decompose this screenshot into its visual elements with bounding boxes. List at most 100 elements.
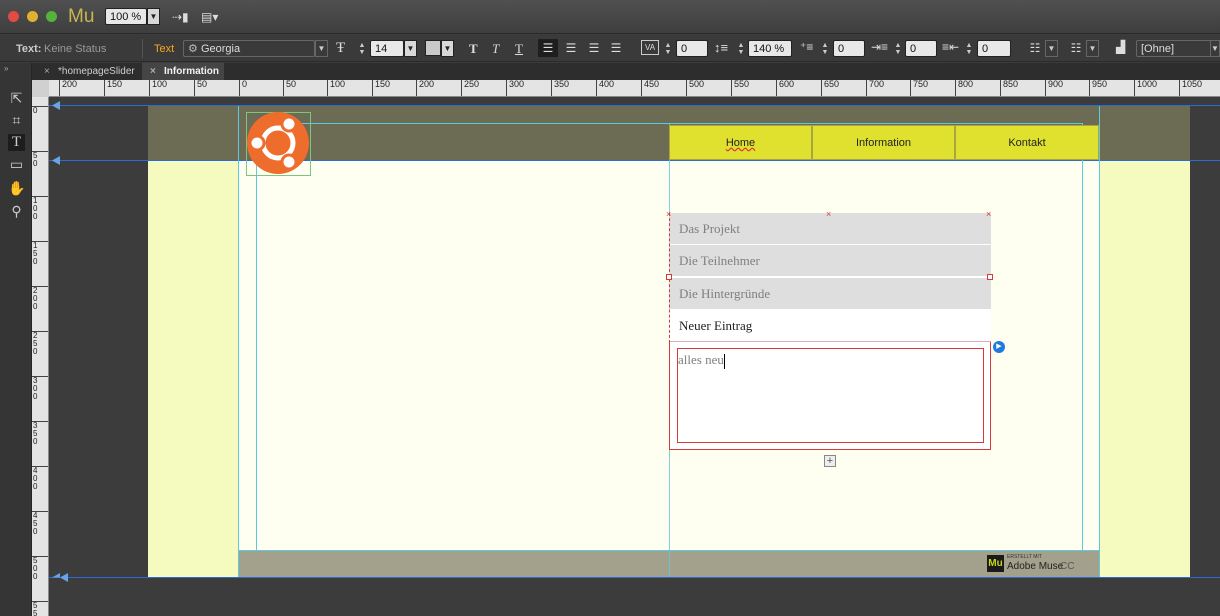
numbered-list-icon[interactable]: ☷: [1067, 39, 1085, 57]
ruler-tick-label: 200: [416, 80, 434, 96]
horizontal-ruler[interactable]: 200 150 100 50 0 50 100 150 200 250 300 350 400 450 50…: [49, 80, 1220, 97]
tracking-stepper[interactable]: ▲ ▼: [663, 42, 673, 57]
space-before-stepper[interactable]: ▲ ▼: [820, 42, 830, 57]
ruler-tick-label: 400: [32, 466, 48, 491]
widget-options-icon[interactable]: ▶: [993, 341, 1005, 353]
justify-icon[interactable]: ☰: [607, 39, 625, 57]
accordion-tab[interactable]: Die Hintergründe: [669, 278, 991, 310]
badge-suffix: CC: [1060, 561, 1075, 572]
zoom-field[interactable]: 100 %: [105, 8, 147, 25]
leading-field[interactable]: 140 %: [748, 40, 792, 57]
align-center-icon[interactable]: ☰: [562, 39, 580, 57]
tracking-icon: VA: [641, 40, 659, 55]
nav-label: Kontakt: [1008, 137, 1046, 149]
nav-information[interactable]: Information: [812, 125, 955, 160]
text-color-dropdown[interactable]: ▼: [441, 40, 454, 57]
browser-fill-left: [148, 161, 238, 577]
content-text: alles neu: [678, 352, 724, 367]
ruler-tick-label: 100: [327, 80, 345, 96]
bold-icon[interactable]: T: [469, 41, 478, 57]
ruler-tick-label: 850: [1000, 80, 1018, 96]
vertical-ruler[interactable]: 0 50 100 150 200 250 300 350 400 450 500 550: [32, 97, 49, 616]
hand-tool-icon[interactable]: ✋: [8, 180, 25, 197]
tab-information[interactable]: × Information: [142, 63, 224, 80]
indent-stepper[interactable]: ▲ ▼: [893, 42, 903, 57]
accordion-content-textbox[interactable]: alles neu: [677, 348, 984, 443]
ruler-tick-label: 600: [776, 80, 794, 96]
app-logo: Mu: [68, 6, 95, 27]
selection-tool-icon[interactable]: ⇱: [8, 90, 25, 107]
close-window-button[interactable]: [8, 11, 19, 22]
space-after-stepper[interactable]: ▲ ▼: [964, 42, 974, 57]
ruler-tick-label: 100: [149, 80, 167, 96]
tracking-field[interactable]: 0: [676, 40, 708, 57]
ruler-tick-label: 150: [32, 241, 48, 266]
status-label: Keine Status: [44, 43, 107, 55]
close-tab-icon[interactable]: ×: [44, 63, 50, 80]
ubuntu-logo-icon[interactable]: [246, 112, 310, 176]
add-panel-icon[interactable]: +: [824, 455, 836, 467]
ruler-tick-label: 450: [641, 80, 659, 96]
zoom-dropdown[interactable]: ▼: [147, 8, 160, 25]
align-left-icon[interactable]: ☰: [538, 39, 558, 57]
horizontal-guide[interactable]: [49, 105, 1220, 106]
leading-stepper[interactable]: ▲ ▼: [736, 42, 746, 57]
ruler-tick-label: 800: [955, 80, 973, 96]
accordion-tab-active[interactable]: Neuer Eintrag: [669, 310, 991, 342]
web-font-icon: ⚙: [188, 43, 198, 55]
margin-guide: [256, 123, 257, 550]
ruler-tick-label: 250: [32, 331, 48, 356]
tools-panel: » ⇱ ⌗ T ▭ ✋ ⚲: [0, 63, 32, 616]
minimize-window-button[interactable]: [27, 11, 38, 22]
close-tab-icon[interactable]: ×: [150, 63, 156, 80]
nav-label: Home: [725, 137, 756, 149]
space-before-field[interactable]: 0: [833, 40, 865, 57]
font-size-field[interactable]: 14: [370, 40, 404, 57]
font-dropdown[interactable]: ▼: [315, 40, 328, 57]
nav-kontakt[interactable]: Kontakt: [955, 125, 1099, 160]
title-bar: Mu 100 % ▼ ⇢▮ ▤▾: [0, 0, 1220, 34]
italic-icon[interactable]: T: [492, 41, 499, 57]
crop-tool-icon[interactable]: ⌗: [8, 112, 25, 129]
text-state-label[interactable]: Text: [154, 43, 174, 55]
ruler-tick-label: 200: [59, 80, 77, 96]
space-after-field[interactable]: 0: [977, 40, 1011, 57]
collapse-icon[interactable]: »: [4, 64, 8, 73]
indent-field[interactable]: 0: [905, 40, 937, 57]
selection-handle[interactable]: ×: [826, 209, 831, 219]
selection-handle[interactable]: [987, 274, 993, 280]
text-tool-icon[interactable]: T: [8, 134, 25, 151]
underline-icon[interactable]: T: [515, 41, 523, 57]
adobe-muse-badge[interactable]: Mu ERSTELLT MIT Adobe Muse CC: [987, 554, 1082, 574]
horizontal-guide[interactable]: [49, 160, 1220, 161]
font-select[interactable]: ⚙ Georgia: [183, 40, 315, 57]
align-right-icon[interactable]: ☰: [585, 39, 603, 57]
font-size-stepper[interactable]: ▲ ▼: [357, 42, 367, 57]
selection-handle[interactable]: [666, 274, 672, 280]
ruler-tick-label: 300: [32, 376, 48, 401]
rectangle-tool-icon[interactable]: ▭: [8, 156, 25, 173]
text-color-swatch[interactable]: [425, 40, 441, 56]
tab-homepage-slider[interactable]: × *homepageSlider: [36, 63, 140, 80]
ruler-tick-label: 50: [32, 151, 48, 168]
bullet-list-dropdown[interactable]: ▼: [1045, 40, 1058, 57]
accordion-tab[interactable]: Die Teilnehmer: [669, 245, 991, 277]
selection-handle[interactable]: ×: [986, 209, 991, 219]
ruler-tick-label: 350: [32, 421, 48, 446]
bullet-list-icon[interactable]: ☷: [1026, 39, 1044, 57]
preview-menu-icon[interactable]: ▤▾: [201, 10, 227, 24]
font-size-dropdown[interactable]: ▼: [404, 40, 417, 57]
badge-caption: ERSTELLT MIT: [1007, 554, 1042, 560]
paragraph-style-select[interactable]: [Ohne]: [1136, 40, 1212, 57]
place-file-icon[interactable]: ⇢▮: [172, 10, 190, 24]
numbered-list-dropdown[interactable]: ▼: [1086, 40, 1099, 57]
horizontal-guide[interactable]: [49, 577, 1220, 578]
ruler-tick-label: 450: [32, 511, 48, 536]
zoom-window-button[interactable]: [46, 11, 57, 22]
text-label: Text:: [16, 43, 42, 55]
nav-home[interactable]: Home: [669, 125, 812, 160]
paragraph-style-dropdown[interactable]: ▼: [1210, 40, 1220, 57]
zoom-tool-icon[interactable]: ⚲: [8, 203, 25, 220]
footer-guide: [238, 550, 1100, 551]
selection-handle[interactable]: ×: [666, 209, 671, 219]
